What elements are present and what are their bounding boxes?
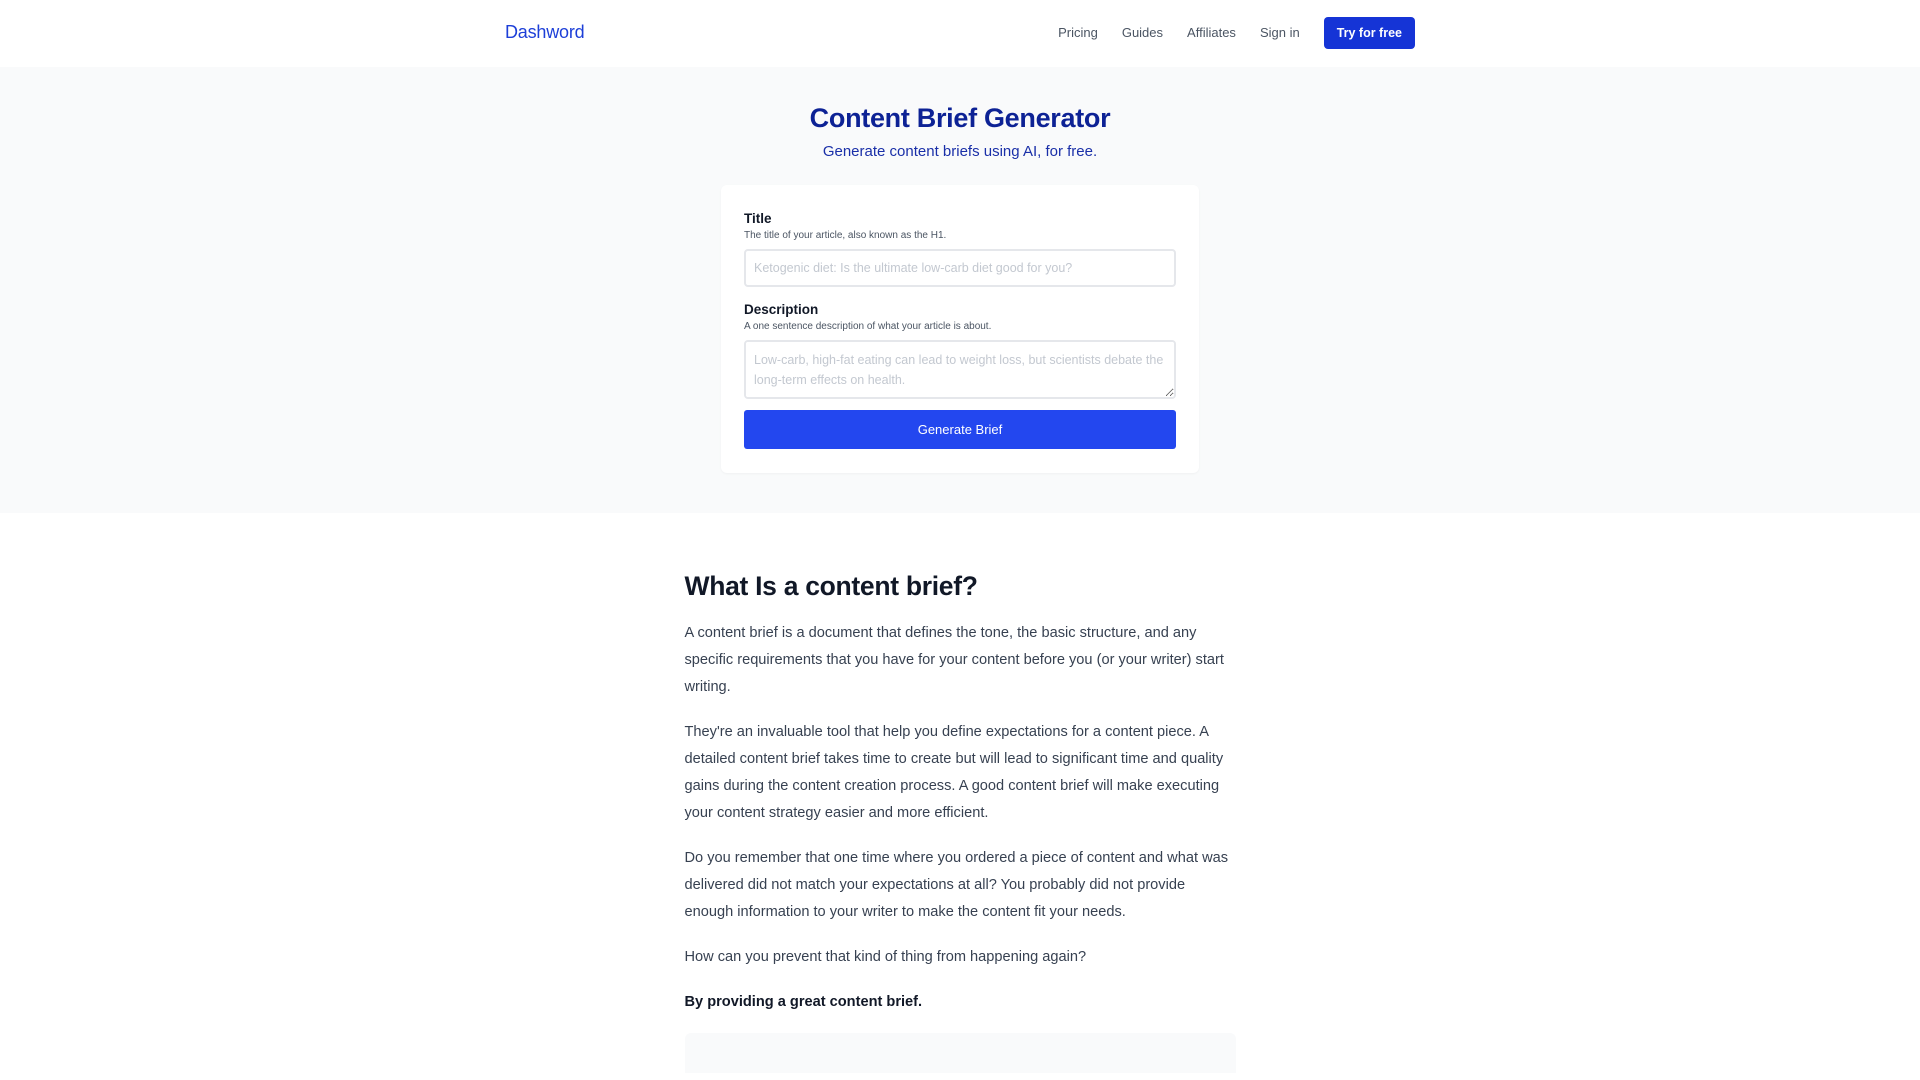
description-field-group: Description A one sentence description o… bbox=[744, 302, 1176, 399]
article-heading: What Is a content brief? bbox=[684, 571, 978, 601]
generate-brief-button[interactable]: Generate Brief bbox=[744, 410, 1176, 449]
brief-form: Title The title of your article, also kn… bbox=[721, 185, 1199, 473]
top-navigation: Dashword Pricing Guides Affiliates Sign … bbox=[0, 0, 1920, 67]
description-label: Description bbox=[744, 302, 819, 317]
page-subtitle: Generate content briefs using AI, for fr… bbox=[822, 143, 1098, 160]
article-emphasis: By providing a great content brief. bbox=[684, 994, 923, 1010]
article-paragraph: How can you prevent that kind of thing f… bbox=[684, 949, 1087, 965]
article-paragraph: Do you remember that one time where you … bbox=[684, 850, 1229, 920]
nav-link-pricing[interactable]: Pricing bbox=[1058, 17, 1098, 49]
nav-links: Pricing Guides Affiliates Sign in Try fo… bbox=[1058, 17, 1415, 49]
title-input[interactable] bbox=[744, 249, 1176, 287]
nav-link-guides[interactable]: Guides bbox=[1122, 17, 1163, 49]
nav-link-affiliates[interactable]: Affiliates bbox=[1187, 17, 1236, 49]
article-paragraph: They're an invaluable tool that help you… bbox=[684, 724, 1224, 821]
brand-logo-link[interactable]: Dashword bbox=[505, 22, 585, 43]
hero-section: Content Brief Generator Generate content… bbox=[0, 67, 1920, 513]
nav-link-sign-in[interactable]: Sign in bbox=[1260, 17, 1300, 49]
title-field-group: Title The title of your article, also kn… bbox=[744, 211, 1176, 287]
page-title: Content Brief Generator bbox=[809, 103, 1111, 133]
description-help-text: A one sentence description of what your … bbox=[744, 321, 992, 332]
description-textarea[interactable] bbox=[744, 340, 1176, 399]
article-section: What Is a content brief? A content brief… bbox=[684, 513, 1236, 1073]
article-paragraph: A content brief is a document that defin… bbox=[684, 625, 1224, 695]
try-for-free-button[interactable]: Try for free bbox=[1323, 17, 1415, 49]
title-label: Title bbox=[744, 211, 772, 226]
content-preview-box bbox=[684, 1033, 1236, 1073]
title-help-text: The title of your article, also known as… bbox=[744, 230, 947, 241]
